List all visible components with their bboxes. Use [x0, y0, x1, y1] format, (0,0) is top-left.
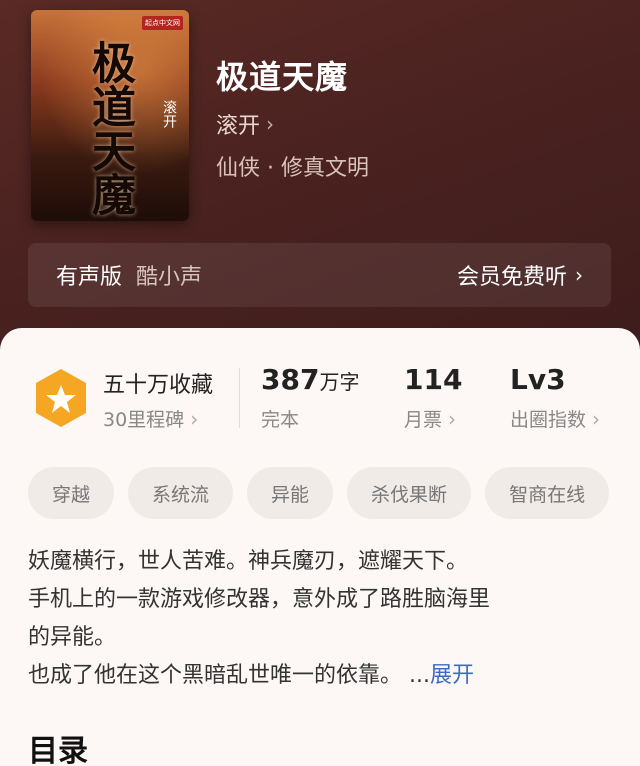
popularity-number: Lv3	[510, 363, 566, 396]
author-link[interactable]: 滚开 ›	[216, 108, 274, 140]
chevron-right-icon: ›	[592, 406, 601, 431]
audio-reader: 酷小声	[136, 265, 203, 290]
completion-label: 完本	[261, 409, 300, 431]
stats-divider	[239, 368, 240, 428]
chevron-right-icon: ›	[575, 263, 583, 287]
monthly-votes-link[interactable]: 月票 ›	[404, 405, 456, 432]
monthly-votes: 114	[404, 363, 462, 396]
free-listen-link[interactable]: 会员免费听 ›	[457, 259, 583, 291]
cover-author: 滚开	[161, 100, 177, 128]
book-genre: 仙侠 · 修真文明	[216, 156, 369, 181]
word-count-unit: 万字	[319, 370, 360, 394]
tag-chip[interactable]: 杀伐果断	[347, 467, 472, 519]
tag-chip[interactable]: 异能	[247, 467, 334, 519]
tag-chip[interactable]: 穿越	[28, 467, 115, 519]
description-line: 妖魔横行，世人苦难。神兵魔刃，遮耀天下。	[28, 549, 469, 574]
description-line-last: 也成了他在这个黑暗乱世唯一的依靠。 ...展开	[28, 657, 612, 695]
monthly-votes-label: 月票	[404, 409, 443, 431]
book-title: 极道天魔	[216, 58, 349, 96]
hero-header: 起点中文网 极道天魔 滚开 极道天魔 滚开 › 仙侠 · 修真文明 有声版 酷小…	[0, 0, 640, 360]
author-name: 滚开	[216, 114, 261, 139]
cover-title: 极道天魔	[84, 40, 135, 216]
book-cover[interactable]: 起点中文网 极道天魔 滚开	[31, 10, 189, 221]
description-line: 也成了他在这个黑暗乱世唯一的依靠。 ...	[28, 663, 430, 688]
audio-label: 有声版	[56, 265, 123, 290]
chevron-right-icon: ›	[448, 406, 457, 431]
monthly-votes-number: 114	[404, 363, 463, 396]
word-count-number: 387	[261, 363, 320, 396]
word-count: 387万字	[261, 363, 359, 396]
tag-chip[interactable]: 智商在线	[485, 467, 610, 519]
completion-status: 完本	[261, 405, 299, 432]
milestone-link[interactable]: 30里程碑 ›	[103, 405, 198, 432]
audio-version-bar[interactable]: 有声版 酷小声 会员免费听 ›	[28, 243, 611, 307]
popularity-label: 出圈指数	[510, 409, 587, 431]
free-listen-label: 会员免费听	[456, 265, 567, 290]
collection-count: 五十万收藏	[103, 373, 214, 398]
popularity-link[interactable]: 出圈指数 ›	[510, 405, 600, 432]
tag-list: 穿越 系统流 异能 杀伐果断 智商在线	[28, 467, 640, 519]
milestone-label: 30里程碑	[103, 409, 185, 431]
chevron-right-icon: ›	[190, 406, 199, 431]
chevron-right-icon: ›	[266, 112, 275, 136]
book-description: 妖魔横行，世人苦难。神兵魔刃，遮耀天下。 手机上的一款游戏修改器，意外成了路胜脑…	[28, 543, 612, 695]
collection-badge-icon	[33, 367, 89, 429]
expand-link[interactable]: 展开	[430, 663, 474, 688]
popularity-index: Lv3	[510, 363, 566, 396]
stats-row: 五十万收藏 30里程碑 › 387万字 完本 114 月票 › Lv3 出圈指数…	[0, 355, 640, 435]
description-line: 的异能。	[28, 625, 117, 650]
description-line: 手机上的一款游戏修改器，意外成了路胜脑海里	[28, 587, 491, 612]
tag-chip[interactable]: 系统流	[128, 467, 234, 519]
toc-heading[interactable]: 目录	[28, 726, 88, 766]
cover-publisher-logo: 起点中文网	[142, 16, 183, 30]
